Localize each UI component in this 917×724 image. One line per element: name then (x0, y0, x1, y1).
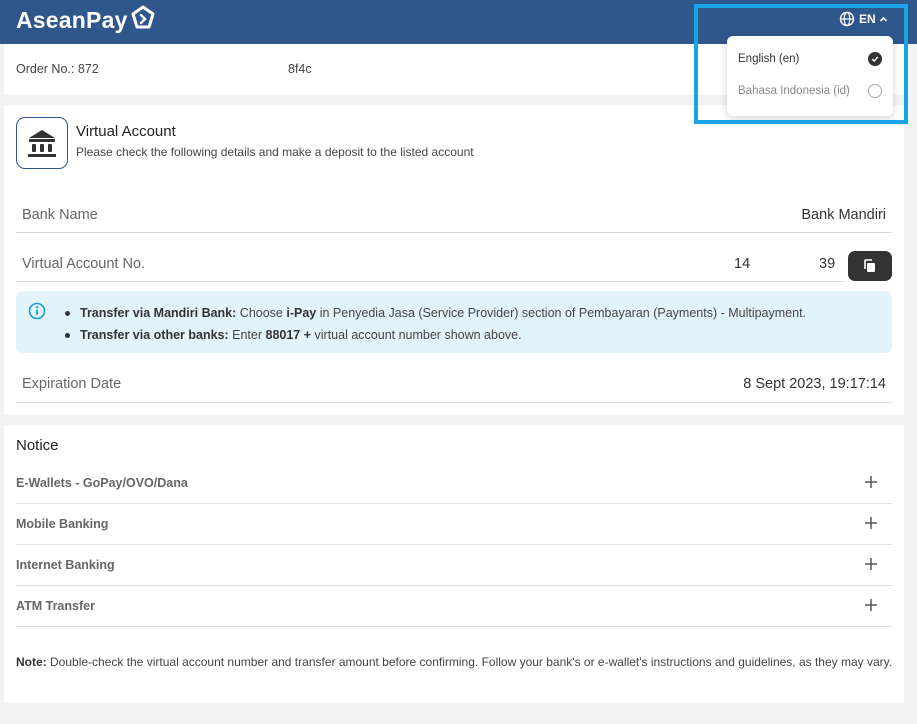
accordion-label: ATM Transfer (16, 599, 95, 613)
radio-unchecked-icon (868, 84, 882, 98)
transfer-info-box: Transfer via Mandiri Bank: Choose i-Pay … (16, 291, 892, 353)
notice-title: Notice (16, 437, 59, 454)
bank-name-label: Bank Name (22, 207, 98, 223)
bank-icon (16, 117, 68, 169)
order-number: Order No.: 872 (16, 62, 99, 76)
plus-icon (864, 475, 878, 489)
language-option-english[interactable]: English (en) (738, 49, 882, 69)
logo-text: AseanPay (16, 7, 128, 33)
accordion-mobile-banking[interactable]: Mobile Banking (16, 504, 892, 545)
plus-icon (864, 557, 878, 571)
notice-card: Notice E-Wallets - GoPay/OVO/Dana Mobile… (4, 425, 904, 703)
language-option-label: English (en) (738, 53, 800, 65)
globe-icon (839, 11, 855, 27)
bank-name-row: Bank Name Bank Mandiri (16, 195, 892, 233)
info-icon (28, 302, 46, 325)
accordion-label: Mobile Banking (16, 517, 109, 531)
copy-button[interactable] (848, 251, 892, 281)
radio-checked-icon (868, 52, 882, 66)
info-list: Transfer via Mandiri Bank: Choose i-Pay … (64, 302, 806, 346)
va-number-part: 39 (819, 256, 836, 272)
section-title: Virtual Account (76, 123, 176, 140)
expiration-row: Expiration Date 8 Sept 2023, 19:17:14 (16, 365, 892, 403)
section-subtitle: Please check the following details and m… (76, 145, 474, 159)
language-option-label: Bahasa Indonesia (id) (738, 85, 850, 97)
language-dropdown: English (en) Bahasa Indonesia (id) (727, 36, 893, 116)
va-number-label: Virtual Account No. (22, 256, 146, 272)
copy-icon (864, 259, 875, 272)
list-item: Transfer via other banks: Enter 88017 + … (64, 324, 806, 346)
chevron-up-icon (879, 15, 888, 24)
language-option-indonesian[interactable]: Bahasa Indonesia (id) (738, 81, 882, 101)
list-item: Transfer via Mandiri Bank: Choose i-Pay … (64, 302, 806, 324)
plus-icon (864, 516, 878, 530)
notice-note: Note: Double-check the virtual account n… (16, 655, 893, 669)
language-toggle[interactable]: EN (839, 11, 888, 27)
virtual-account-card: Virtual Account Please check the followi… (4, 105, 904, 415)
bank-name-value: Bank Mandiri (801, 207, 886, 223)
accordion-ewallets[interactable]: E-Wallets - GoPay/OVO/Dana (16, 463, 892, 504)
accordion-label: E-Wallets - GoPay/OVO/Dana (16, 476, 188, 490)
order-hash: 8f4c (288, 62, 312, 76)
plus-icon (864, 598, 878, 612)
expiration-label: Expiration Date (22, 376, 122, 392)
language-code: EN (859, 12, 876, 26)
va-number-row: Virtual Account No. 14 39 (16, 245, 844, 282)
aseanpay-logo[interactable]: AseanPay (16, 5, 156, 34)
logo-mark-icon (131, 5, 155, 28)
accordion-label: Internet Banking (16, 558, 115, 572)
accordion-internet-banking[interactable]: Internet Banking (16, 545, 892, 586)
va-number-part: 14 (734, 256, 751, 272)
accordion-atm-transfer[interactable]: ATM Transfer (16, 586, 892, 627)
expiration-value: 8 Sept 2023, 19:17:14 (743, 376, 886, 392)
